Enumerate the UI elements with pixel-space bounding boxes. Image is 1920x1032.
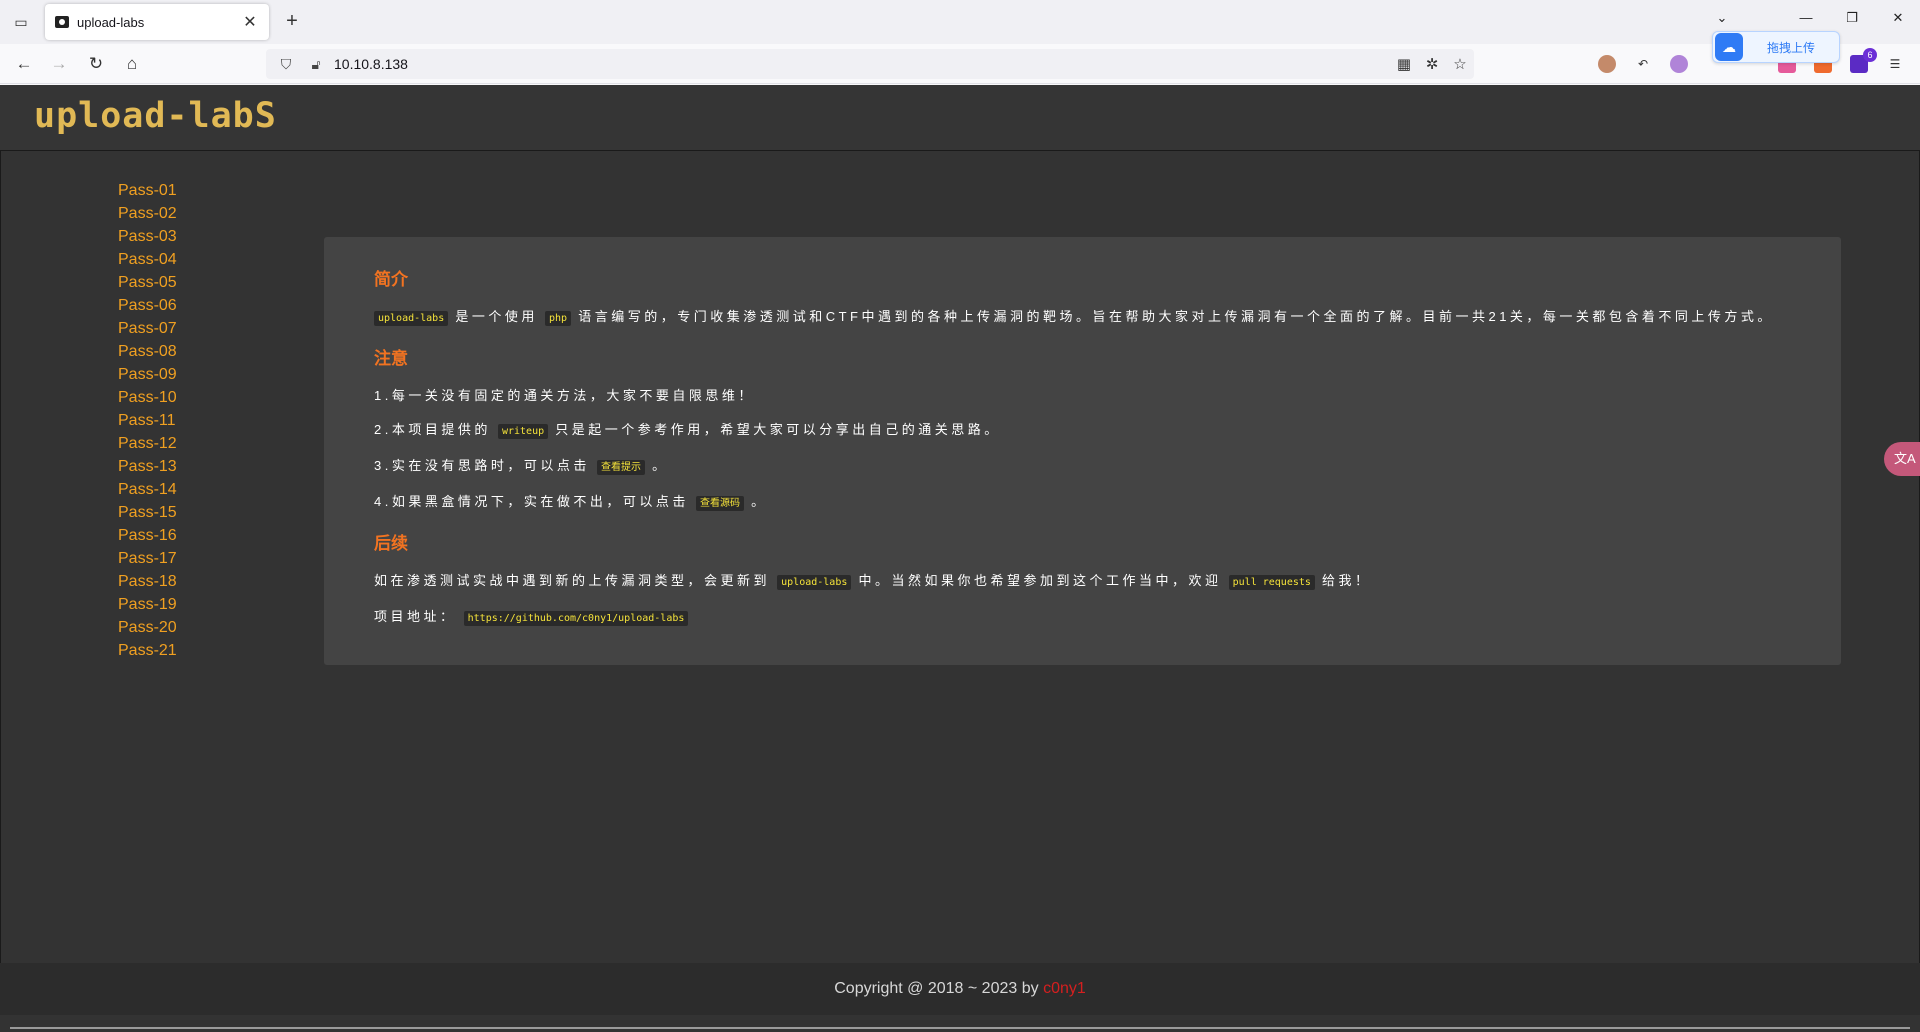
extension-circle-icon[interactable] [1670, 55, 1688, 73]
drag-upload-popup[interactable]: ☁ 拖拽上传 [1712, 31, 1840, 63]
sidebar-item-pass-11[interactable]: Pass-11 [118, 409, 177, 432]
sidebar-item-pass-06[interactable]: Pass-06 [118, 294, 177, 317]
sidebar-item-pass-16[interactable]: Pass-16 [118, 524, 177, 547]
url-text[interactable]: 10.10.8.138 [334, 56, 1390, 72]
close-window-button[interactable]: ✕ [1886, 10, 1910, 26]
bug-icon[interactable]: ✲ [1418, 55, 1446, 73]
intro-paragraph: upload-labs 是一个使用 php 语言编写的，专门收集渗透测试和CTF… [374, 308, 1791, 328]
note-item-1: 1.每一关没有固定的通关方法，大家不要自限思维！ [374, 388, 755, 403]
new-tab-button[interactable]: + [280, 10, 304, 34]
page-bottom-divider [10, 1027, 1910, 1029]
pass-sidebar: Pass-01 Pass-02 Pass-03 Pass-04 Pass-05 Pass-… [118, 179, 177, 662]
sidebar-item-pass-12[interactable]: Pass-12 [118, 432, 177, 455]
tab-close-icon[interactable]: ✕ [241, 12, 259, 32]
extension-badge: 6 [1863, 48, 1877, 62]
qr-code-icon[interactable]: ▦ [1390, 55, 1418, 73]
view-source-link[interactable]: 查看源码 [695, 496, 744, 511]
shield-icon[interactable]: ⛉ [276, 56, 296, 73]
notes-heading: 注意 [374, 349, 408, 368]
github-link[interactable]: https://github.com/c0ny1/upload-labs [463, 609, 689, 626]
sidebar-item-pass-17[interactable]: Pass-17 [118, 547, 177, 570]
sidebar-item-pass-13[interactable]: Pass-13 [118, 455, 177, 478]
sidebar-item-pass-18[interactable]: Pass-18 [118, 570, 177, 593]
sidebar-item-pass-01[interactable]: Pass-01 [118, 179, 177, 202]
view-hint-link[interactable]: 查看提示 [596, 460, 645, 475]
bookmark-star-icon[interactable]: ☆ [1446, 55, 1474, 73]
sidebar-item-pass-19[interactable]: Pass-19 [118, 593, 177, 616]
sidebar-item-pass-10[interactable]: Pass-10 [118, 386, 177, 409]
reload-icon[interactable]: ↻ [84, 52, 108, 76]
note-item-3: 3.实在没有思路时，可以点击 查看提示 。 [374, 458, 669, 475]
favicon-icon [55, 16, 69, 28]
sidebar-item-pass-14[interactable]: Pass-14 [118, 478, 177, 501]
code-pull-requests: pull requests [1228, 575, 1315, 590]
sidebar-item-pass-08[interactable]: Pass-08 [118, 340, 177, 363]
code-upload-labs-2: upload-labs [777, 575, 852, 590]
back-icon[interactable]: ← [12, 52, 36, 76]
note-item-4: 4.如果黑盒情况下，实在做不出，可以点击 查看源码 。 [374, 494, 768, 511]
cloud-upload-icon: ☁ [1715, 33, 1743, 61]
code-php: php [545, 311, 572, 326]
code-upload-labs: upload-labs [374, 311, 449, 326]
sidebar-item-pass-02[interactable]: Pass-02 [118, 202, 177, 225]
sidebar-item-pass-05[interactable]: Pass-05 [118, 271, 177, 294]
note-item-2: 2.本项目提供的 writeup 只是起一个参考作用，希望大家可以分享出自己的通… [374, 422, 1001, 439]
tab-title: upload-labs [77, 14, 145, 30]
site-header: upload-labS [0, 85, 1920, 151]
url-bar[interactable]: ⛉ 🔓︎ 10.10.8.138 ▦ ✲ ☆ [266, 49, 1474, 79]
sidebar-item-pass-04[interactable]: Pass-04 [118, 248, 177, 271]
site-footer: Copyright @ 2018 ~ 2023 by c0ny1 [0, 963, 1920, 1015]
tab-overflow-chevron-icon[interactable]: ⌄ [1710, 10, 1734, 26]
browser-tab[interactable]: upload-labs ✕ [45, 4, 269, 40]
sidebar-item-pass-20[interactable]: Pass-20 [118, 616, 177, 639]
page-content: upload-labS Pass-01 Pass-02 Pass-03 Pass-04… [0, 85, 1920, 1032]
followup-paragraph: 如在渗透测试实战中遇到新的上传漏洞类型，会更新到 upload-labs 中。当… [374, 573, 1372, 590]
minimize-button[interactable]: — [1794, 10, 1818, 25]
undo-icon[interactable]: ↶ [1634, 55, 1652, 73]
project-address: 项目地址： https://github.com/c0ny1/upload-la… [374, 608, 1791, 628]
sidebar-item-pass-09[interactable]: Pass-09 [118, 363, 177, 386]
browser-tab-bar: ▭ upload-labs ✕ + ⌄ — ❐ ✕ [0, 0, 1920, 44]
copyright-text: Copyright @ 2018 ~ 2023 by [834, 980, 1044, 997]
browser-nav-bar: ← → ↻ ⌂ ⛉ 🔓︎ 10.10.8.138 ▦ ✲ ☆ ↶ ☰ [0, 44, 1920, 84]
code-writeup: writeup [497, 424, 549, 439]
tab-list-icon[interactable]: ▭ [8, 9, 34, 35]
profile-avatar-icon[interactable] [1598, 55, 1616, 73]
translate-icon[interactable]: 文A [1884, 442, 1920, 476]
site-logo[interactable]: upload-labS [34, 96, 277, 136]
insecure-lock-icon[interactable]: 🔓︎ [306, 56, 326, 73]
forward-icon[interactable]: → [47, 52, 71, 76]
author-link[interactable]: c0ny1 [1043, 980, 1086, 997]
intro-panel: 简介 upload-labs 是一个使用 php 语言编写的，专门收集渗透测试和… [324, 237, 1841, 665]
sidebar-item-pass-15[interactable]: Pass-15 [118, 501, 177, 524]
followup-heading: 后续 [374, 534, 408, 553]
sidebar-item-pass-21[interactable]: Pass-21 [118, 639, 177, 662]
sidebar-item-pass-03[interactable]: Pass-03 [118, 225, 177, 248]
restore-button[interactable]: ❐ [1840, 10, 1864, 26]
menu-hamburger-icon[interactable]: ☰ [1886, 55, 1904, 73]
sidebar-item-pass-07[interactable]: Pass-07 [118, 317, 177, 340]
drag-upload-label: 拖拽上传 [1767, 40, 1816, 55]
home-icon[interactable]: ⌂ [120, 52, 144, 76]
main-body: Pass-01 Pass-02 Pass-03 Pass-04 Pass-05 Pass-… [0, 151, 1920, 963]
intro-heading: 简介 [374, 270, 408, 289]
